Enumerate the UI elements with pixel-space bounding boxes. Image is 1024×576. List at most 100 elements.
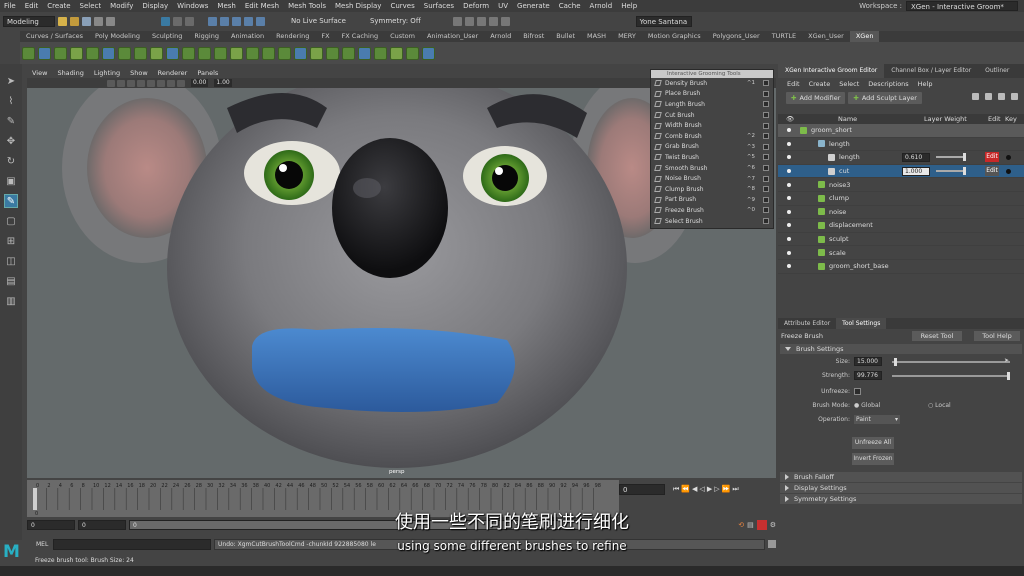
size-arrow-icon[interactable]: ➤: [1004, 357, 1009, 364]
editor-menu-help[interactable]: Help: [918, 80, 933, 88]
editor-menu-edit[interactable]: Edit: [787, 80, 800, 88]
groom-tool-place-brush[interactable]: Place Brush: [651, 89, 773, 100]
menu-windows[interactable]: Windows: [177, 2, 208, 10]
stack-row-scale[interactable]: scale: [778, 246, 1024, 260]
graph-pane-icon[interactable]: ▥: [4, 294, 18, 308]
strength-slider-handle[interactable]: [1006, 372, 1010, 380]
layer-weight-slider[interactable]: [936, 167, 966, 176]
xgen-shelf-tool-icon[interactable]: [246, 46, 259, 60]
shelf-tab-rendering[interactable]: Rendering: [270, 31, 315, 42]
section-display-settings[interactable]: Display Settings: [780, 483, 1022, 493]
select-by-hierarchy-icon[interactable]: [161, 16, 170, 26]
shelf-tab-polygons-user[interactable]: Polygons_User: [707, 31, 766, 42]
visibility-icon[interactable]: [787, 155, 791, 160]
groom-tool-length-brush[interactable]: Length Brush: [651, 99, 773, 110]
shelf-tab-bifrost[interactable]: Bifrost: [517, 31, 550, 42]
select-tool-icon[interactable]: ➤: [4, 74, 18, 88]
xgen-shelf-tool-icon[interactable]: [262, 46, 275, 60]
groom-tool-density-brush[interactable]: Density Brush ^1: [651, 78, 773, 89]
xgen-shelf-tool-icon[interactable]: [102, 46, 115, 60]
stack-row-groom_short_base[interactable]: groom_short_base: [778, 260, 1024, 274]
xgen-shelf-tool-icon[interactable]: [198, 46, 211, 60]
editor-tab-1[interactable]: Channel Box / Layer Editor: [884, 64, 978, 78]
groom-tool-clump-brush[interactable]: Clump Brush ^8: [651, 184, 773, 195]
outliner-pane-icon[interactable]: ▤: [4, 274, 18, 288]
groom-tool-part-brush[interactable]: Part Brush ^9: [651, 195, 773, 206]
shelf-tab-motion-graphics[interactable]: Motion Graphics: [642, 31, 707, 42]
delete-icon[interactable]: [1011, 93, 1018, 100]
xgen-shelf-tool-icon[interactable]: [310, 46, 323, 60]
viewport-menu-show[interactable]: Show: [130, 69, 148, 77]
groom-tool-option-checkbox[interactable]: [763, 143, 769, 150]
shelf-tab-xgen-user[interactable]: XGen_User: [802, 31, 850, 42]
xgen-shelf-tool-icon[interactable]: [182, 46, 195, 60]
menu-file[interactable]: File: [4, 2, 16, 10]
textured-icon[interactable]: [137, 79, 145, 87]
groom-tool-noise-brush[interactable]: Noise Brush ^7: [651, 173, 773, 184]
layer-weight-slider[interactable]: [936, 153, 966, 162]
groom-tool-option-checkbox[interactable]: [763, 186, 769, 193]
snap-surface-icon[interactable]: [256, 16, 265, 26]
global-radio[interactable]: ● Global: [854, 402, 880, 409]
visibility-icon[interactable]: [787, 264, 791, 269]
attr-tab-1[interactable]: Tool Settings: [836, 318, 887, 329]
groom-tool-option-checkbox[interactable]: [763, 165, 769, 172]
visibility-icon[interactable]: [787, 182, 791, 187]
stack-row-noise3[interactable]: noise3: [778, 178, 1024, 192]
menu-curves[interactable]: Curves: [390, 2, 414, 10]
xgen-shelf-tool-icon[interactable]: [166, 46, 179, 60]
menu-modify[interactable]: Modify: [110, 2, 133, 10]
shelf-tab-animation[interactable]: Animation: [225, 31, 270, 42]
gamma-field[interactable]: 1.00: [214, 79, 232, 87]
groom-tool-option-checkbox[interactable]: [763, 154, 769, 161]
rotate-tool-icon[interactable]: ↻: [4, 154, 18, 168]
select-by-object-icon[interactable]: [173, 16, 182, 26]
strength-slider[interactable]: [892, 372, 1010, 380]
shelf-tab-xgen[interactable]: XGen: [849, 31, 880, 42]
menu-edit-mesh[interactable]: Edit Mesh: [245, 2, 279, 10]
step-back-key-icon[interactable]: ⏪: [681, 485, 690, 493]
layer-weight-field[interactable]: 0.610: [902, 152, 930, 162]
menu-uv[interactable]: UV: [498, 2, 508, 10]
size-slider-handle[interactable]: [894, 358, 898, 366]
new-scene-icon[interactable]: [58, 16, 67, 26]
xgen-shelf-tool-icon[interactable]: [150, 46, 163, 60]
groom-tool-option-checkbox[interactable]: [763, 90, 769, 97]
stack-row-length[interactable]: length: [778, 138, 1024, 152]
size-slider[interactable]: [892, 358, 1010, 366]
visibility-icon[interactable]: [787, 169, 791, 174]
isolate-icon[interactable]: [167, 79, 175, 87]
stack-row-groom_short[interactable]: groom_short: [778, 124, 1024, 138]
play-back-icon[interactable]: ◁: [699, 485, 704, 493]
xgen-shelf-tool-icon[interactable]: [342, 46, 355, 60]
camera-attr-icon[interactable]: [107, 79, 115, 87]
step-forward-icon[interactable]: ▷: [714, 485, 719, 493]
xgen-shelf-tool-icon[interactable]: [358, 46, 371, 60]
visibility-icon[interactable]: [787, 223, 791, 228]
merge-icon[interactable]: [998, 93, 1005, 100]
xgen-shelf-tool-icon[interactable]: [278, 46, 291, 60]
viewport-menu-view[interactable]: View: [32, 69, 47, 77]
symmetry-label[interactable]: Symmetry: Off: [370, 17, 421, 25]
menu-display[interactable]: Display: [142, 2, 168, 10]
visibility-icon[interactable]: [787, 209, 791, 214]
groom-brush-tool-icon[interactable]: ✎: [4, 194, 18, 208]
smooth-shade-icon[interactable]: [127, 79, 135, 87]
undo-icon[interactable]: [94, 16, 103, 26]
menu-mesh-tools[interactable]: Mesh Tools: [288, 2, 326, 10]
xgen-shelf-tool-icon[interactable]: [390, 46, 403, 60]
key-icon[interactable]: [1006, 154, 1011, 160]
save-scene-icon[interactable]: [82, 16, 91, 26]
menu-select[interactable]: Select: [80, 2, 102, 10]
groom-tool-freeze-brush[interactable]: Freeze Brush ^0: [651, 205, 773, 216]
shelf-tab-fx-caching[interactable]: FX Caching: [336, 31, 385, 42]
editor-menu-descriptions[interactable]: Descriptions: [868, 80, 908, 88]
render-settings-icon[interactable]: [476, 16, 486, 26]
shelf-tab-rigging[interactable]: Rigging: [188, 31, 225, 42]
editor-tab-0[interactable]: XGen Interactive Groom Editor: [778, 64, 885, 78]
groom-tool-option-checkbox[interactable]: [763, 80, 769, 87]
snap-point-icon[interactable]: [232, 16, 241, 26]
local-radio[interactable]: ○ Local: [928, 402, 951, 409]
unfreeze-all-button[interactable]: Unfreeze All: [852, 437, 894, 449]
move-up-icon[interactable]: [972, 93, 979, 100]
